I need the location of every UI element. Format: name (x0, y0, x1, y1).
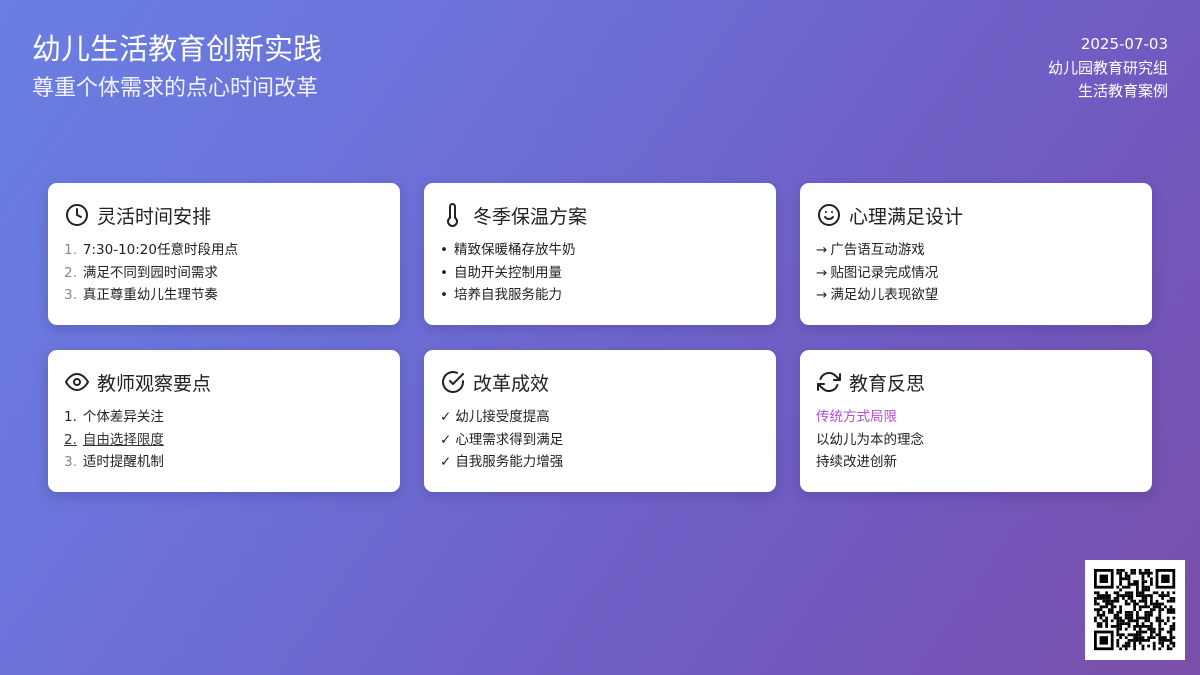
smiley-icon (816, 202, 842, 228)
card-title: 教师观察要点 (97, 372, 212, 395)
clock-icon (64, 202, 90, 228)
card-psychological-design: 心理满足设计 → 广告语互动游戏 → 贴图记录完成情况 → 满足幼儿表现欲望 (800, 183, 1152, 325)
list-item: ✓ 幼儿接受度提高 (440, 409, 550, 425)
list-item: 2. 自由选择限度 (64, 431, 164, 448)
list-item: • 自助开关控制用量 (440, 264, 562, 281)
card-title: 心理满足设计 (849, 205, 964, 228)
qr-code (1085, 560, 1185, 660)
list-item: → 满足幼儿表现欲望 (816, 287, 939, 304)
author-label: 幼儿园教育研究组 (1047, 58, 1168, 77)
date-label: 2025-07-03 (1080, 35, 1168, 53)
list-item: • 精致保暖桶存放牛奶 (440, 242, 576, 258)
list-item: → 广告语互动游戏 (816, 242, 925, 258)
refresh-icon (816, 369, 842, 395)
card-title: 改革成效 (473, 372, 550, 395)
card-title: 灵活时间安排 (97, 205, 212, 228)
page-subtitle: 尊重个体需求的点心时间改革 (32, 76, 319, 101)
card-title: 教育反思 (849, 372, 926, 395)
card-winter-warmth: 冬季保温方案 • 精致保暖桶存放牛奶 • 自助开关控制用量 • 培养自我服务能力 (424, 183, 776, 325)
list-item: 以幼儿为本的理念 (816, 431, 924, 448)
page-title: 幼儿生活教育创新实践 (32, 32, 323, 66)
header: 幼儿生活教育创新实践 尊重个体需求的点心时间改革 (32, 30, 322, 104)
list-item: 持续改进创新 (816, 454, 897, 471)
list-item: 3. 适时提醒机制 (64, 454, 164, 471)
card-teacher-observation: 教师观察要点 1. 个体差异关注 2. 自由选择限度 3. 适时提醒机制 (48, 350, 400, 492)
list-item: 1. 个体差异关注 (64, 409, 164, 425)
category-label: 生活教育案例 (1077, 82, 1168, 100)
thermometer-icon (440, 202, 466, 228)
list-item: 1. 7:30-10:20任意时段用点 (64, 242, 238, 258)
card-flexible-schedule: 灵活时间安排 1. 7:30-10:20任意时段用点 2. 满足不同到园时间需求 3… (48, 183, 400, 325)
list-item: ✓ 心理需求得到满足 (440, 431, 564, 448)
list-item: ✓ 自我服务能力增强 (440, 454, 564, 471)
card-title: 冬季保温方案 (473, 205, 588, 228)
check-circle-icon (440, 369, 466, 395)
card-reform-results: 改革成效 ✓ 幼儿接受度提高 ✓ 心理需求得到满足 ✓ 自我服务能力增强 (424, 350, 776, 492)
card-education-reflection: 教育反思 传统方式局限 以幼儿为本的理念 持续改进创新 (800, 350, 1152, 492)
list-item-highlight: 传统方式局限 (816, 409, 897, 425)
list-item: 3. 真正尊重幼儿生理节奏 (64, 287, 218, 304)
meta-info: 2025-07-03 幼儿园教育研究组 生活教育案例 (1048, 33, 1168, 104)
list-item: → 贴图记录完成情况 (816, 264, 939, 281)
list-item: • 培养自我服务能力 (440, 287, 562, 304)
list-item: 2. 满足不同到园时间需求 (64, 264, 218, 281)
eye-icon (64, 369, 90, 395)
